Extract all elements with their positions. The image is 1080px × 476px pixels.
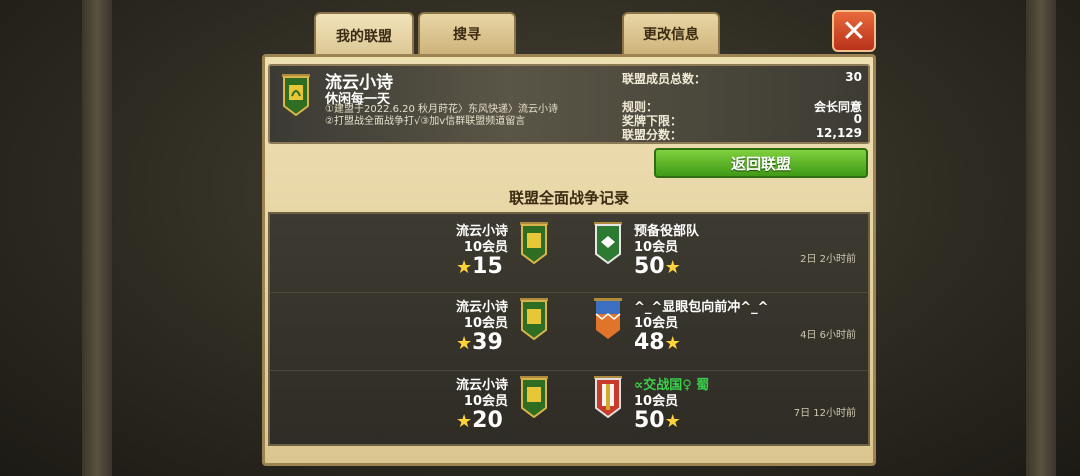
star-icon: ★ [456, 257, 473, 278]
left-score: ★20 [456, 408, 503, 433]
close-button[interactable]: ✕ [832, 10, 876, 52]
stat-score-label: 联盟分数： [622, 128, 683, 142]
tab-my-alliance[interactable]: 我的联盟 [314, 12, 414, 60]
left-members: 10会员 [463, 316, 508, 331]
record-time: 4日 6小时前 [800, 330, 856, 341]
right-pillar [1026, 0, 1056, 476]
right-members: 10会员 [634, 240, 679, 255]
left-banner-icon [520, 376, 548, 418]
star-icon: ★ [664, 333, 681, 354]
war-record-row[interactable]: 流云小诗 10会员 ★20 ∝交战国♀ 蜀 10会员 50★ 7日 12小时前 [270, 370, 868, 446]
alliance-info: 流云小诗 休闲每一天 ①建盟于2022.6.20 秋月莳花〉东风快递〉流云小诗 … [268, 64, 870, 144]
left-members: 10会员 [463, 394, 508, 409]
alliance-description: ①建盟于2022.6.20 秋月莳花〉东风快递〉流云小诗 ②打盟战全面战争打√③… [325, 104, 559, 127]
star-icon: ★ [664, 257, 681, 278]
star-icon: ★ [456, 333, 473, 354]
war-records-list: 流云小诗 10会员 ★15 预备役部队 10会员 50★ 2日 2小时前 流云小… [268, 212, 870, 446]
left-pillar [82, 0, 112, 476]
war-record-row[interactable]: 流云小诗 10会员 ★15 预备役部队 10会员 50★ 2日 2小时前 [270, 216, 868, 293]
left-members: 10会员 [463, 240, 508, 255]
stat-members-value: 30 [845, 70, 862, 84]
left-score: ★39 [456, 330, 503, 355]
right-banner-icon [594, 298, 622, 339]
record-time: 2日 2小时前 [800, 254, 856, 265]
right-banner-icon [594, 222, 622, 264]
right-banner-icon [594, 376, 622, 418]
stat-members-label: 联盟成员总数： [622, 72, 707, 86]
star-icon: ★ [664, 411, 681, 432]
war-record-row[interactable]: 流云小诗 10会员 ★39 ^_^显眼包向前冲^_^ 10会员 48★ 4日 6… [270, 294, 868, 371]
section-title: 联盟全面战争记录 [508, 189, 629, 207]
stat-score-value: 12,129 [815, 126, 862, 140]
close-icon: ✕ [841, 13, 867, 49]
left-score: ★15 [456, 254, 503, 279]
right-score: 50★ [634, 408, 681, 433]
left-banner-icon [520, 222, 548, 264]
star-icon: ★ [456, 411, 473, 432]
right-score: 50★ [634, 254, 681, 279]
right-score: 48★ [634, 330, 681, 355]
right-members: 10会员 [634, 394, 679, 409]
record-time: 7日 12小时前 [793, 408, 856, 419]
tab-change-info[interactable]: 更改信息 [622, 12, 720, 56]
return-alliance-button[interactable]: 返回联盟 [654, 148, 868, 178]
right-members: 10会员 [634, 316, 679, 331]
stat-medal-value: 0 [853, 112, 862, 126]
alliance-banner-icon [282, 74, 310, 116]
left-banner-icon [520, 298, 548, 340]
tab-search[interactable]: 搜寻 [418, 12, 516, 56]
